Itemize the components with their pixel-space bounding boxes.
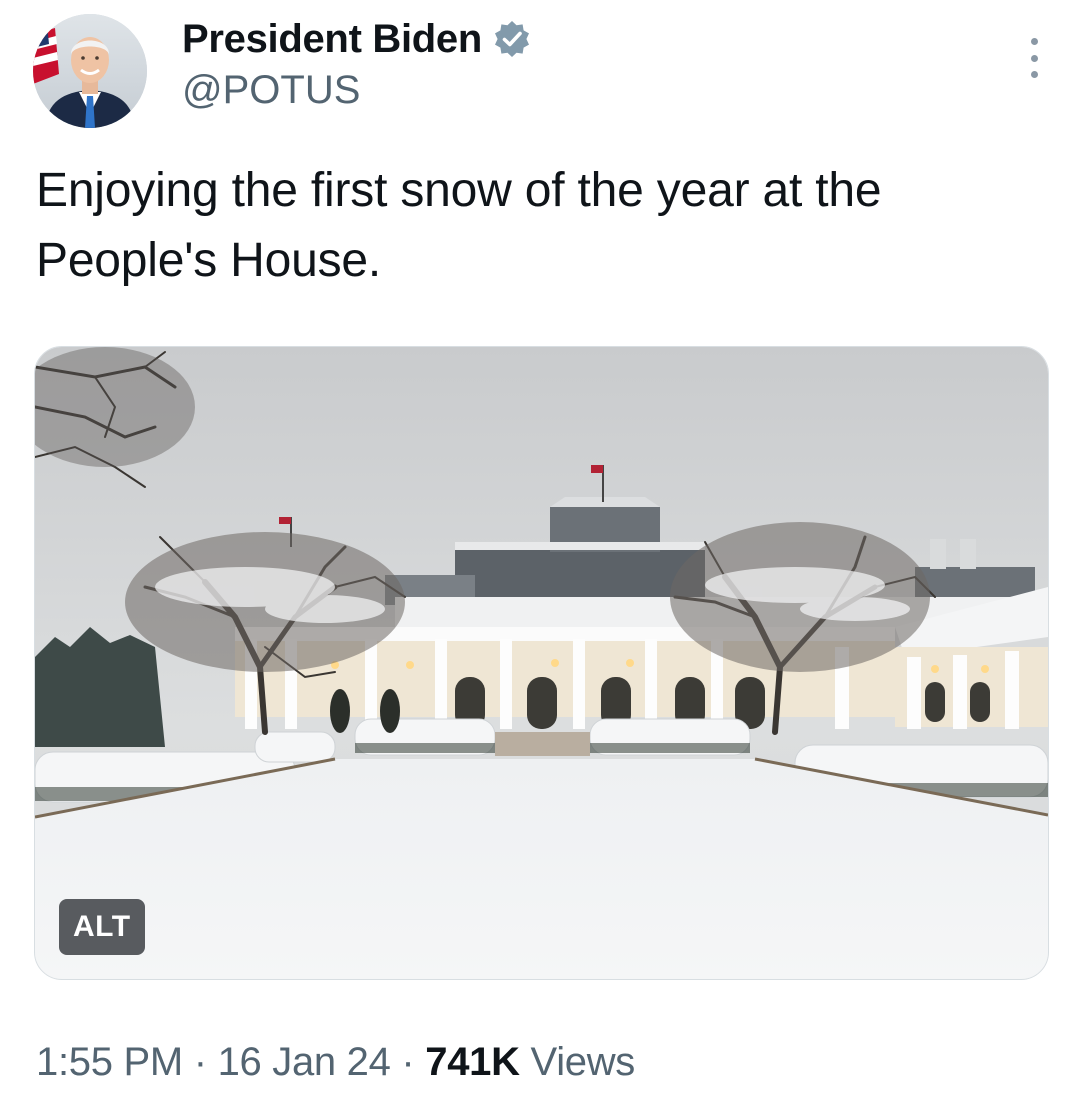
tweet-card: President Biden @POTUS Enjoying the firs… [0, 0, 1080, 1094]
tweet-date[interactable]: 16 Jan 24 [218, 1040, 391, 1084]
tweet-photo[interactable]: ALT [34, 346, 1049, 980]
tweet-time[interactable]: 1:55 PM [36, 1040, 183, 1084]
meta-separator: · [401, 1040, 415, 1084]
views-count[interactable]: 741K [425, 1040, 520, 1084]
more-dot-icon [1030, 38, 1038, 45]
meta-separator: · [193, 1040, 207, 1084]
author-avatar[interactable] [33, 14, 147, 128]
more-dot-icon [1030, 71, 1038, 78]
more-options-button[interactable] [1028, 38, 1040, 78]
white-house-snow-photo [35, 347, 1048, 979]
tweet-meta: 1:55 PM · 16 Jan 24 · 741K Views [36, 1040, 635, 1085]
author-name-row: President Biden [182, 14, 532, 64]
author-handle[interactable]: @POTUS [182, 68, 360, 113]
tweet-text: Enjoying the first snow of the year at t… [36, 164, 882, 287]
verified-badge-icon [492, 19, 532, 59]
more-dot-icon [1030, 54, 1038, 62]
author-display-name[interactable]: President Biden [182, 17, 482, 62]
alt-text-badge[interactable]: ALT [59, 899, 145, 955]
views-label: Views [530, 1040, 636, 1084]
